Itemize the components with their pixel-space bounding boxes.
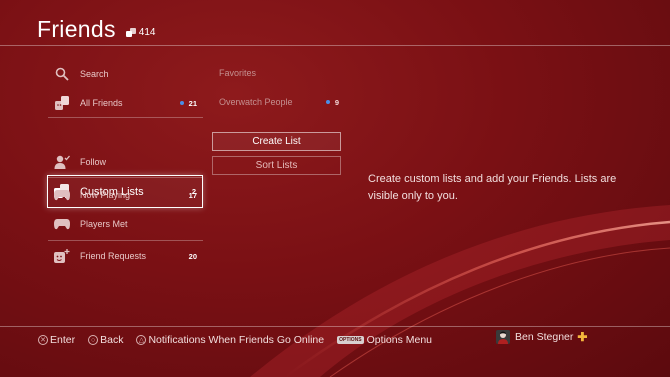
- friends-icon: [52, 93, 72, 113]
- menu-item-label: Friend Requests: [80, 251, 147, 261]
- hint-back-label: Back: [100, 334, 124, 346]
- friends-count-icon: [125, 28, 136, 37]
- menu-item-label: Now Playing: [80, 190, 131, 200]
- menu-item-label: Follow: [80, 157, 107, 167]
- friend-count: 414: [125, 27, 156, 38]
- online-count: 21: [179, 99, 197, 108]
- hint-notifications-label: Notifications When Friends Go Online: [148, 334, 325, 346]
- footer-divider: [0, 326, 670, 327]
- friend-count-value: 414: [138, 27, 156, 38]
- menu-item-label: Search: [80, 69, 109, 79]
- page-header: Friends 414: [37, 16, 155, 43]
- hint-enter: ✕ Enter: [38, 334, 75, 346]
- hint-notifications: △ Notifications When Friends Go Online: [136, 334, 324, 346]
- info-text: Create custom lists and add your Friends…: [368, 173, 617, 202]
- create-list-button[interactable]: Create List: [212, 132, 341, 151]
- menu-item-label: All Friends: [80, 98, 123, 108]
- hint-options-label: Options Menu: [366, 334, 433, 346]
- avatar: [496, 330, 510, 344]
- playstation-plus-icon: ✚: [577, 330, 588, 344]
- gamepad-icon: [52, 185, 72, 205]
- menu-item-now-playing[interactable]: Now Playing 17: [48, 180, 203, 210]
- user-name: Ben Stegner: [515, 331, 574, 343]
- follow-icon: [52, 152, 72, 172]
- user-profile: Ben Stegner ✚: [496, 330, 587, 344]
- search-icon: [52, 64, 72, 84]
- menu-divider: [48, 177, 203, 178]
- menu-item-label: Players Met: [80, 219, 128, 229]
- online-dot-icon: [179, 101, 184, 105]
- online-dot-icon: [325, 100, 330, 104]
- gamepad-icon: [52, 214, 72, 234]
- hint-back: ○ Back: [88, 334, 123, 346]
- button-hints: ✕ Enter ○ Back △ Notifications When Frie…: [38, 332, 445, 348]
- triangle-button-icon: △: [136, 335, 147, 345]
- list-item-label: Favorites: [219, 68, 257, 78]
- header-divider: [0, 45, 670, 46]
- circle-button-icon: ○: [88, 335, 99, 345]
- page-title: Friends: [37, 16, 116, 42]
- menu-item-search[interactable]: Search: [48, 59, 203, 89]
- hint-options: OPTIONS Options Menu: [337, 334, 432, 346]
- list-online-count: 9: [325, 98, 339, 107]
- menu-item-all-friends[interactable]: All Friends 21: [48, 88, 203, 118]
- menu-divider: [48, 117, 203, 118]
- menu-item-friend-requests[interactable]: Friend Requests 20: [48, 241, 203, 271]
- now-playing-count: 17: [188, 190, 197, 200]
- list-item-overwatch-people[interactable]: Overwatch People 9: [219, 97, 339, 107]
- menu-item-follow[interactable]: Follow: [48, 147, 203, 177]
- friend-requests-count: 20: [188, 251, 197, 261]
- menu-item-players-met[interactable]: Players Met: [48, 209, 203, 239]
- hint-enter-label: Enter: [50, 334, 76, 346]
- sort-lists-button[interactable]: Sort Lists: [212, 156, 341, 175]
- list-item-favorites[interactable]: Favorites: [219, 68, 349, 78]
- cross-button-icon: ✕: [38, 335, 48, 345]
- options-button-icon: OPTIONS: [337, 336, 364, 344]
- list-item-label: Overwatch People: [219, 97, 293, 107]
- friend-request-icon: [52, 246, 72, 266]
